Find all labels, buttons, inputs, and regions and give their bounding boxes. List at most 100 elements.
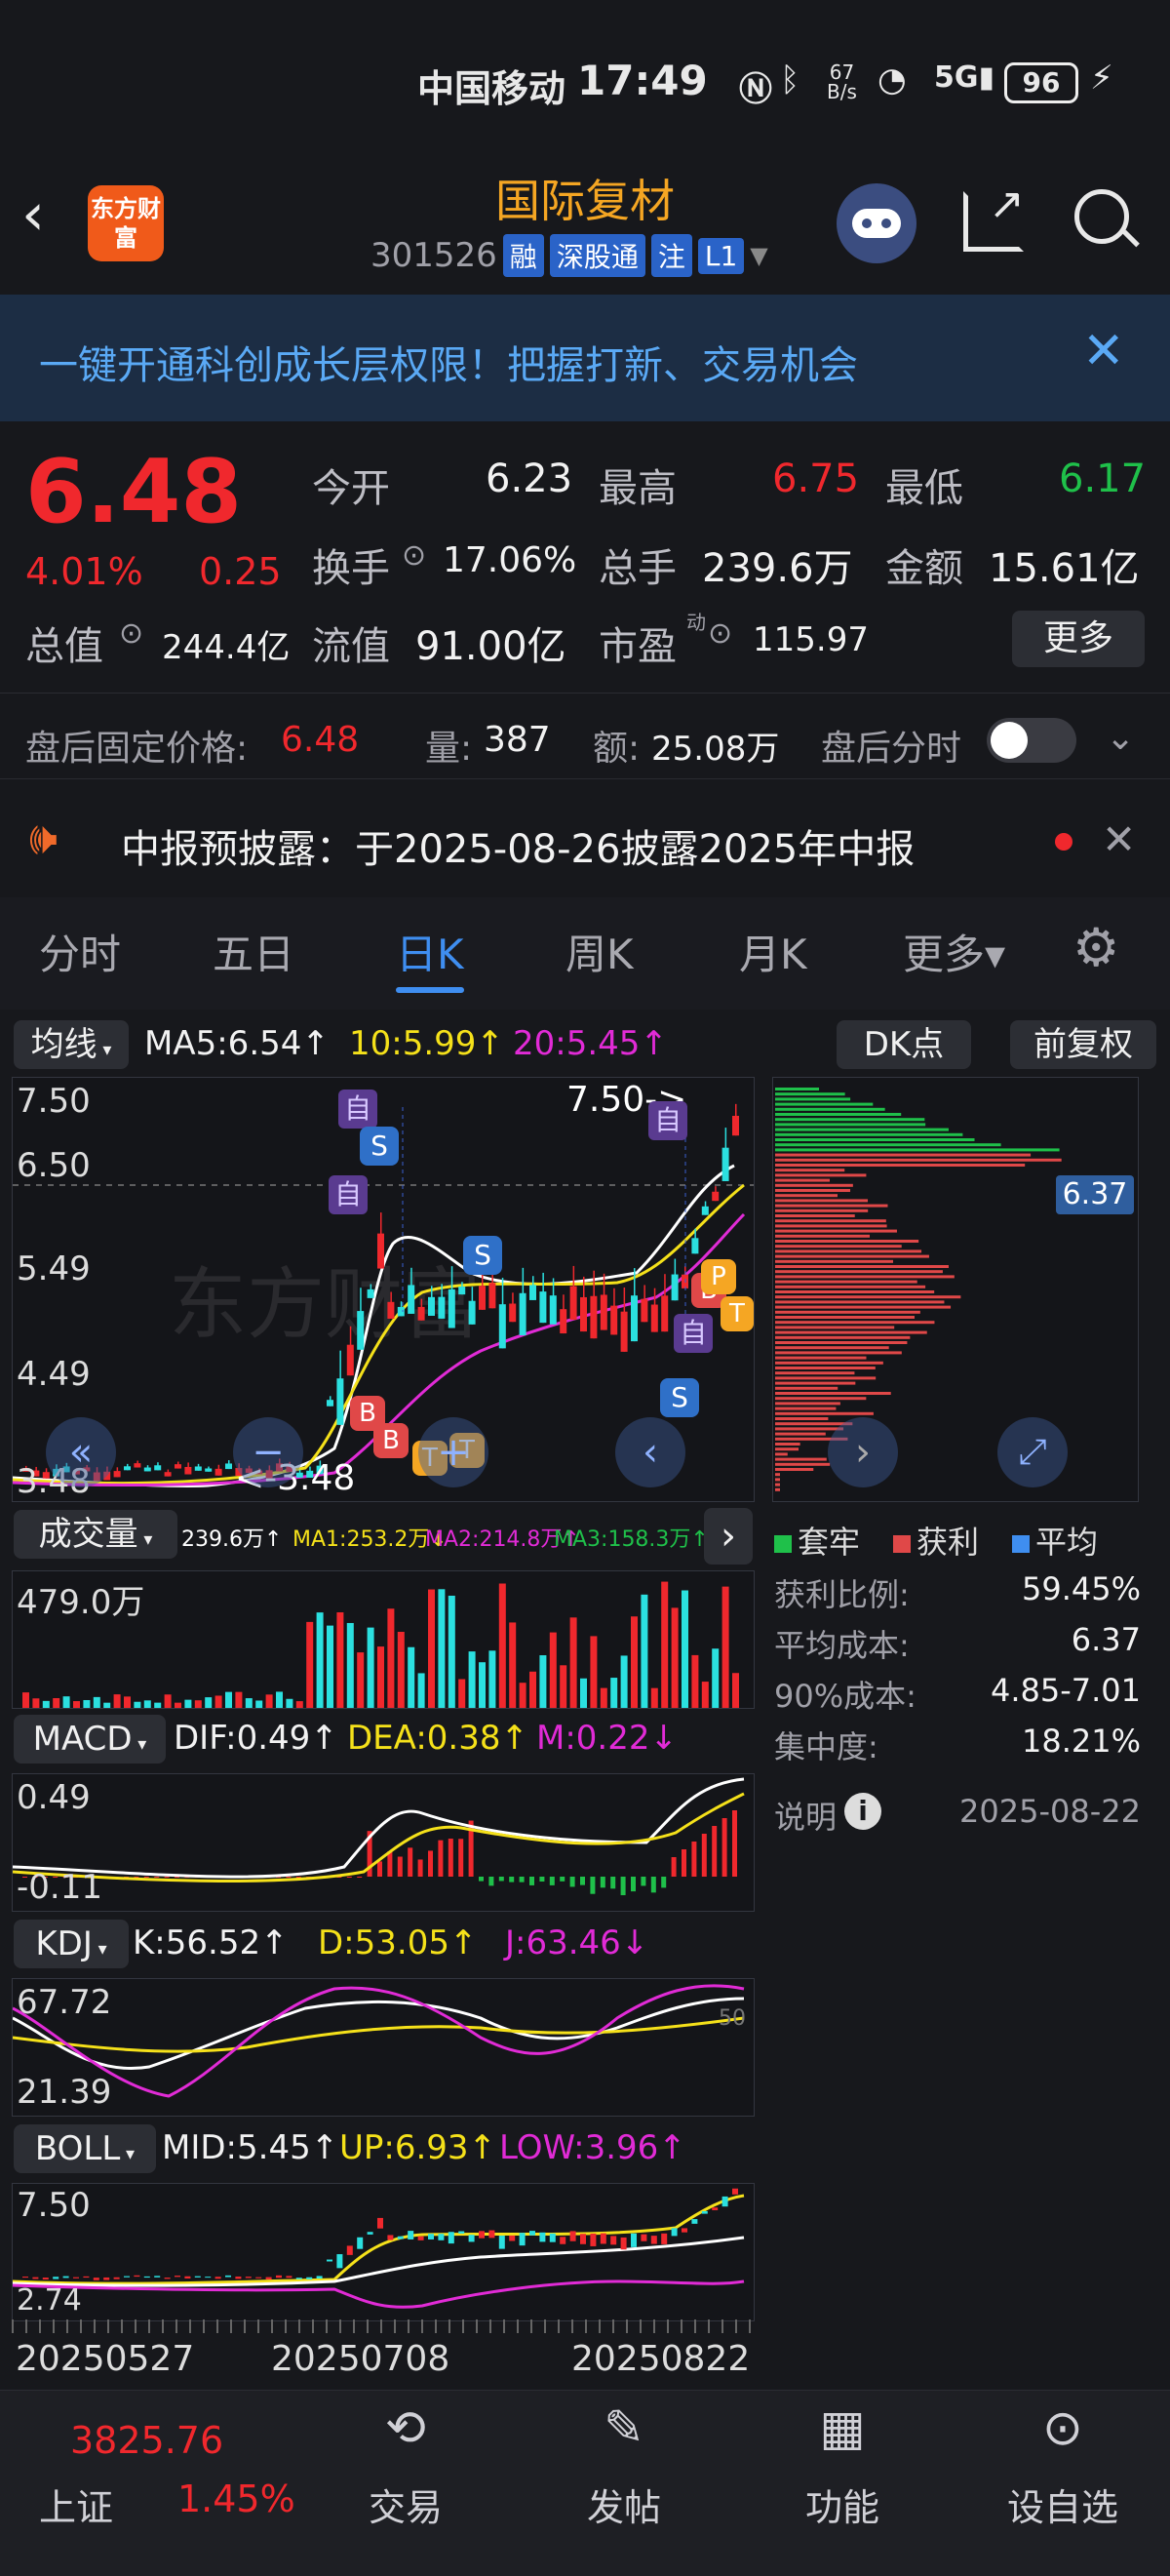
adjust-mode-button[interactable]: 前复权 (1010, 1020, 1156, 1069)
sell-marker[interactable]: S (463, 1236, 502, 1275)
tag-registered: 注 (650, 234, 692, 277)
scroll-far-left-icon[interactable]: « (46, 1417, 116, 1487)
tab-monthly-k[interactable]: 月K (739, 922, 807, 981)
chevron-down-icon[interactable]: ⌄ (1106, 718, 1135, 758)
close-icon[interactable]: ✕ (1082, 322, 1125, 380)
p-marker[interactable]: P (701, 1259, 736, 1294)
notice-text[interactable]: 中报预披露：于2025-08-26披露2025年中报 (121, 817, 915, 874)
volume-chart[interactable]: 479.0万 (12, 1570, 755, 1709)
tab-weekly-k[interactable]: 周K (566, 922, 634, 981)
last-price: 6.48 (25, 441, 243, 543)
candle (367, 1288, 374, 1298)
macd-bar (641, 1877, 646, 1886)
volume-bar (62, 1696, 70, 1708)
boll-candle (560, 2237, 566, 2244)
scroll-right-icon[interactable]: › (828, 1417, 898, 1487)
candle (377, 1233, 384, 1269)
boll-candle (265, 2277, 272, 2280)
chip-note-label[interactable]: 说明 (774, 1793, 837, 1838)
promo-banner[interactable]: 一键开通科创成长层权限！把握打新、交易机会 ✕ (0, 295, 1170, 421)
info-icon[interactable]: ⊙ (708, 616, 732, 651)
boll-selector[interactable]: BOLL ▾ (14, 2124, 156, 2173)
chip-bar (775, 1153, 1032, 1157)
nav-add-watchlist[interactable]: 设自选 (985, 2477, 1141, 2531)
tab-five-day[interactable]: 五日 (213, 922, 294, 981)
volume-selector[interactable]: 成交量 ▾ (14, 1510, 177, 1559)
after-hours-toggle[interactable] (987, 718, 1076, 763)
macd-chart[interactable]: 0.49 -0.11 (12, 1773, 755, 1912)
nav-post[interactable]: 发帖 (546, 2477, 702, 2531)
info-icon[interactable]: ⊙ (402, 538, 426, 573)
fullscreen-icon[interactable]: ⤢ (997, 1417, 1068, 1487)
search-icon[interactable] (1074, 189, 1129, 244)
macd-bar (164, 1877, 170, 1878)
boll-candle (306, 2277, 313, 2279)
boll-candles (22, 2188, 738, 2280)
boll-candle (113, 2277, 120, 2279)
gear-icon[interactable]: ⚙ (1072, 917, 1119, 978)
macd-m: M:0.22↓ (536, 1719, 678, 1758)
candle (712, 1191, 720, 1202)
nav-trade[interactable]: 交易 (328, 2477, 484, 2531)
dk-point-button[interactable]: DK点 (837, 1020, 971, 1069)
boll-low: LOW:3.96↑ (499, 2128, 686, 2167)
tab-more[interactable]: 更多▾ (903, 922, 1005, 981)
index-value[interactable]: 3825.76 (70, 2419, 223, 2462)
zoom-in-icon[interactable]: + (418, 1417, 488, 1487)
sell-marker[interactable]: S (360, 1127, 399, 1166)
macd-bar (529, 1877, 534, 1885)
sell-marker[interactable]: S (660, 1378, 699, 1417)
chip-bar (775, 1473, 780, 1477)
buy-self-marker[interactable]: 自 (674, 1314, 713, 1353)
close-icon[interactable]: ✕ (1102, 815, 1136, 863)
boll-candle (397, 2236, 404, 2239)
chip-bar (775, 1173, 867, 1177)
volume-bar (73, 1701, 80, 1708)
after-hours-vol: 387 (484, 720, 551, 760)
candle (519, 1292, 526, 1336)
chip-bar (775, 1219, 886, 1223)
expand-right-icon[interactable]: › (704, 1508, 753, 1565)
scroll-left-icon[interactable]: ‹ (615, 1417, 685, 1487)
zoom-out-icon[interactable]: − (233, 1417, 303, 1487)
buy-self-marker[interactable]: 自 (338, 1090, 377, 1129)
candle (387, 1301, 395, 1320)
chip-distribution-chart[interactable]: 6.37 › ⤢ (772, 1077, 1139, 1502)
more-button[interactable]: 更多 (1012, 611, 1145, 667)
macd-bar (682, 1849, 686, 1877)
info-icon[interactable]: ⊙ (119, 616, 143, 651)
info-icon[interactable]: i (844, 1793, 881, 1830)
robot-assistant-icon[interactable] (837, 183, 916, 263)
macd-bar (377, 1861, 382, 1877)
macd-bar (143, 1877, 149, 1878)
tab-intraday[interactable]: 分时 (39, 922, 121, 981)
volume-bar (498, 1583, 506, 1708)
buy-self-marker[interactable]: 自 (329, 1175, 368, 1214)
boll-candle (458, 2231, 465, 2234)
t-marker[interactable]: T (721, 1296, 754, 1331)
kdj-chart[interactable]: 67.72 21.39 50 (12, 1978, 755, 2117)
boll-candle (245, 2277, 252, 2279)
kline-chart[interactable]: 东方财富 7.50 6.50 5.49 4.49 3.48 7.50-> <-3… (12, 1077, 755, 1502)
index-name[interactable]: 上证 (39, 2477, 113, 2531)
stock-code: 301526 (370, 236, 497, 275)
tab-daily-k[interactable]: 日K (396, 922, 464, 981)
macd-bars (22, 1810, 737, 1896)
candle (539, 1291, 547, 1324)
buy-self-marker[interactable]: 自 (648, 1101, 687, 1140)
nav-functions[interactable]: 功能 (764, 2477, 920, 2531)
y-label: 6.50 (17, 1146, 91, 1185)
volume-bar (316, 1612, 324, 1708)
macd-bar (600, 1877, 605, 1888)
boll-chart[interactable]: 7.50 2.74 (12, 2183, 755, 2321)
boll-candle (620, 2237, 627, 2250)
legend-average: 平均 (1012, 1518, 1098, 1563)
mktcap-label: 总值 (25, 624, 103, 669)
boll-candle (336, 2254, 343, 2269)
buy-marker[interactable]: B (373, 1423, 409, 1458)
ma-selector[interactable]: 均线 ▾ (14, 1020, 129, 1069)
stock-code-row[interactable]: 301526 融 深股通 注 L1 ▼ (370, 234, 768, 277)
kdj-selector[interactable]: KDJ ▾ (14, 1920, 129, 1968)
change-amount: 0.25 (199, 550, 282, 593)
macd-selector[interactable]: MACD ▾ (14, 1715, 166, 1764)
